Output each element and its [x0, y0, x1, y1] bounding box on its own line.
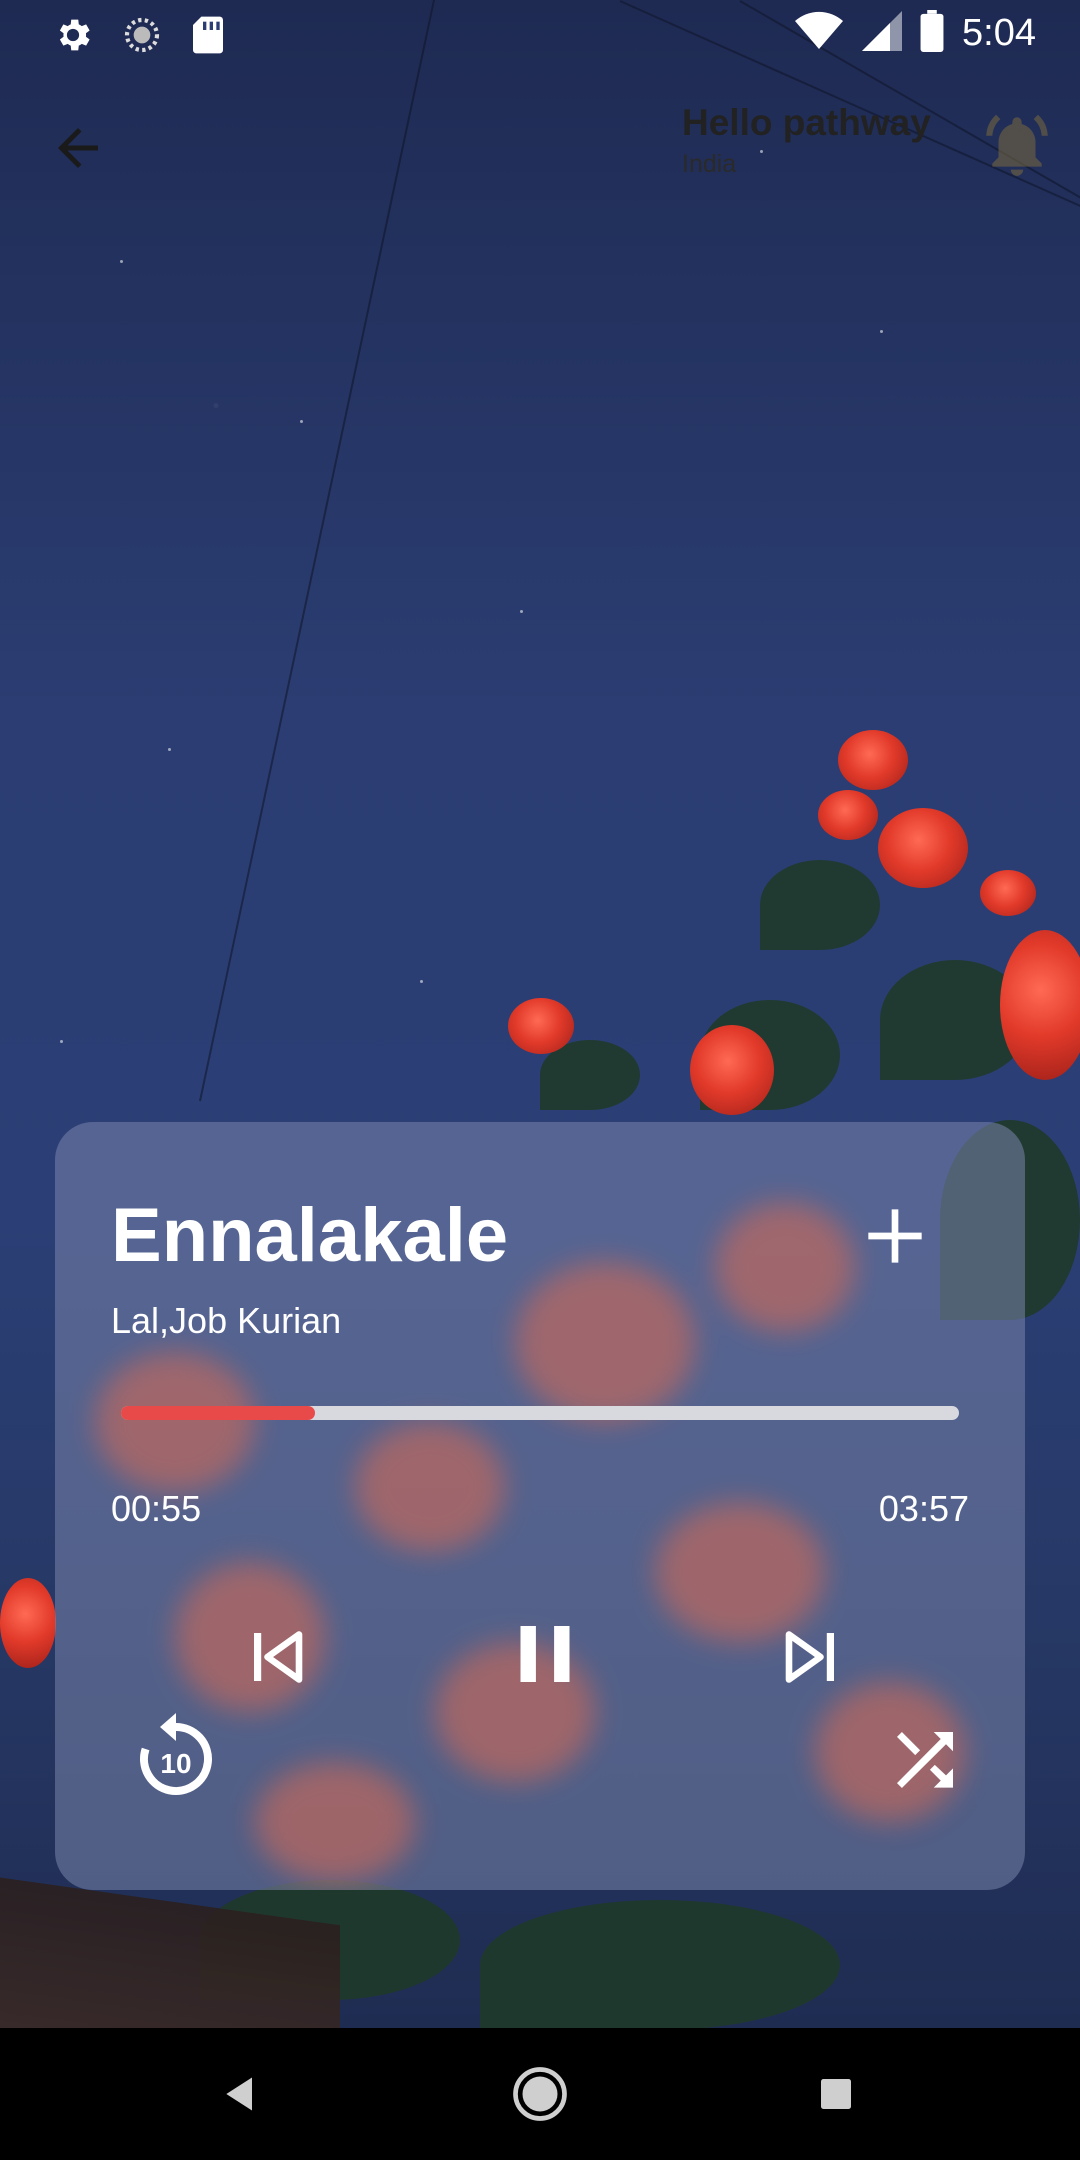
replay-10-button[interactable]: 10: [121, 1702, 231, 1812]
battery-icon: [920, 10, 944, 57]
app-header: Hello pathway India: [0, 80, 1080, 200]
progress-fill: [121, 1406, 316, 1420]
gear-icon: [52, 14, 94, 61]
greeting-block: Hello pathway India: [682, 102, 931, 179]
notification-button[interactable]: [980, 108, 1054, 182]
next-button[interactable]: [765, 1612, 855, 1702]
wifi-icon: [794, 11, 844, 56]
player-content: Ennalakale Lal,Job Kurian 00:55 03:57 10: [55, 1122, 1025, 1890]
replay-10-label: 10: [160, 1748, 191, 1779]
player-card: Ennalakale Lal,Job Kurian 00:55 03:57 10: [55, 1122, 1025, 1890]
star: [60, 1040, 63, 1043]
previous-button[interactable]: [233, 1612, 323, 1702]
replay-10-icon: 10: [140, 1713, 212, 1795]
greeting-title: Hello pathway: [682, 102, 931, 143]
artist-name: Lal,Job Kurian: [111, 1300, 342, 1341]
nav-back-button[interactable]: [205, 2058, 277, 2130]
nav-home-button[interactable]: [504, 2058, 576, 2130]
sync-icon: [122, 15, 162, 60]
nav-back-icon: [226, 2077, 252, 2111]
star: [168, 748, 171, 751]
star: [880, 330, 883, 333]
song-title: Ennalakale: [111, 1193, 509, 1278]
rose: [980, 870, 1036, 916]
status-right-icons: 5:04: [794, 10, 1036, 57]
star: [120, 260, 123, 263]
star: [300, 420, 303, 423]
rose: [508, 998, 574, 1054]
leaf: [480, 1900, 840, 2028]
pause-icon: [520, 1626, 570, 1682]
shuffle-icon: [897, 1732, 953, 1788]
shuffle-button[interactable]: [875, 1710, 975, 1810]
sd-card-icon: [190, 15, 226, 60]
nav-recents-button[interactable]: [800, 2058, 872, 2130]
skip-next-icon: [785, 1631, 834, 1683]
current-time: 00:55: [111, 1488, 202, 1529]
star: [520, 610, 523, 613]
back-button[interactable]: [48, 118, 108, 178]
location-label: India: [682, 150, 737, 178]
system-navigation-bar: [0, 2028, 1080, 2160]
nav-home-icon: [513, 2067, 567, 2121]
star: [420, 980, 423, 983]
rose: [818, 790, 878, 840]
rose: [690, 1025, 774, 1115]
total-time: 03:57: [878, 1488, 969, 1529]
rose: [878, 808, 968, 888]
leaf: [760, 860, 880, 950]
status-left-icons: [52, 14, 226, 61]
nav-recents-icon: [821, 2079, 851, 2109]
signal-icon: [862, 11, 903, 56]
rose: [0, 1578, 56, 1668]
arrow-left-icon: [58, 128, 98, 168]
status-bar: 5:04: [0, 0, 1080, 66]
plus-icon: [868, 1209, 922, 1263]
progress-slider[interactable]: [121, 1406, 959, 1420]
pause-button[interactable]: [495, 1604, 595, 1704]
status-time: 5:04: [962, 12, 1036, 54]
skip-previous-icon: [254, 1631, 303, 1683]
bell-icon: [986, 114, 1048, 176]
rose: [838, 730, 908, 790]
add-to-playlist-button[interactable]: [855, 1196, 935, 1276]
rose: [1000, 930, 1080, 1080]
